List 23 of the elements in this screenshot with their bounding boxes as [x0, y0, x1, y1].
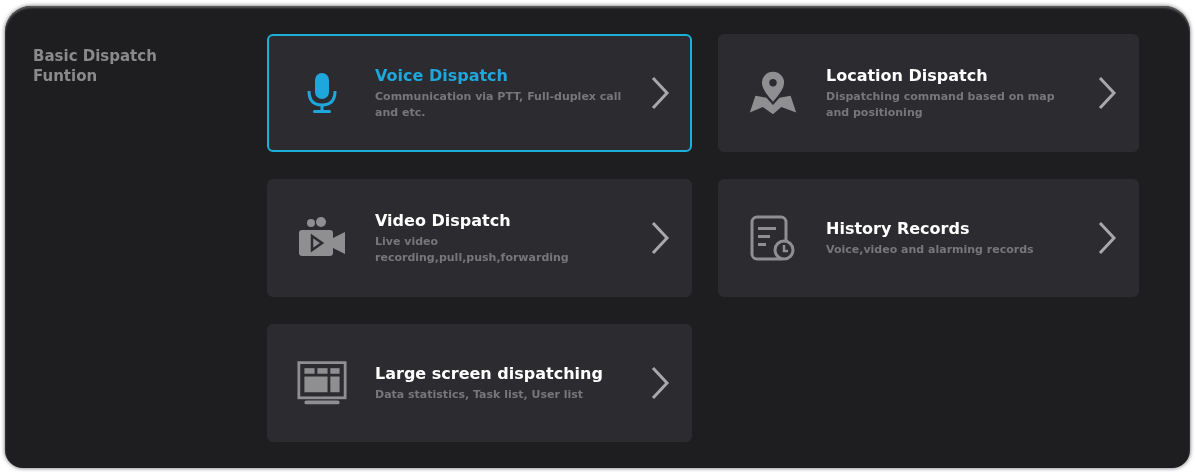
section-title: Basic Dispatch Funtion — [33, 46, 158, 86]
card-title: Video Dispatch — [375, 210, 512, 230]
microphone-icon — [305, 71, 339, 115]
card-description: Dispatching command based on map and positioning — [826, 88, 1056, 121]
card-description: Communication via PTT, Full-duplex call and etc. — [375, 88, 623, 121]
monitor-icon — [297, 359, 347, 407]
chevron-right-icon — [650, 75, 670, 111]
dispatch-card[interactable]: Location Dispatch Dispatching command based on map and positioning — [718, 34, 1139, 152]
card-description: Voice,video and alarming records — [826, 241, 1035, 258]
chevron-right-icon — [650, 365, 670, 401]
dispatch-card[interactable]: Voice Dispatch Communication via PTT, Full-duplex call and etc. — [267, 34, 692, 152]
chevron-right-icon — [650, 220, 670, 256]
card-title: Voice Dispatch — [375, 65, 509, 85]
card-description: Live video recording,pull,push,forwarding — [375, 233, 570, 266]
chevron-right-icon — [1097, 220, 1117, 256]
dispatch-card[interactable]: Video Dispatch Live video recording,pull,push,forwarding — [267, 179, 692, 297]
card-title: Large screen dispatching — [375, 363, 604, 383]
dispatch-card[interactable]: History Records Voice,video and alarming records — [718, 179, 1139, 297]
card-title: History Records — [826, 218, 971, 238]
card-description: Data statistics, Task list, User list — [375, 386, 585, 403]
dispatch-card[interactable]: Large screen dispatching Data statistics, Task list, User list — [267, 324, 692, 442]
card-title: Location Dispatch — [826, 65, 989, 85]
chevron-right-icon — [1097, 75, 1117, 111]
